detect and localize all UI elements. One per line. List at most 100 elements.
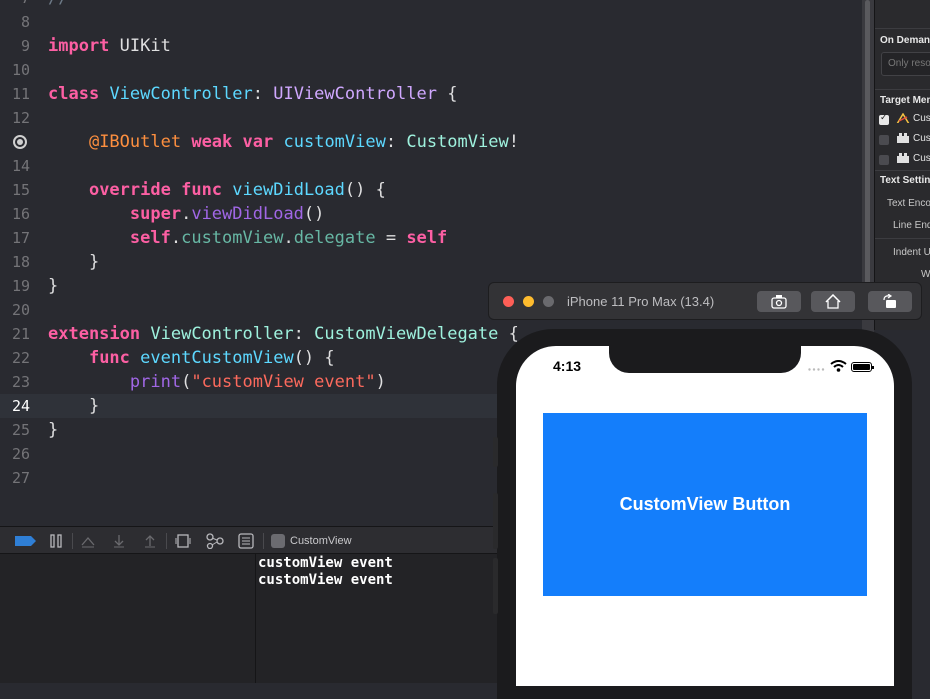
pause-icon[interactable]: [49, 534, 63, 548]
toolbar-separator: [72, 533, 73, 549]
line-number[interactable]: 27: [0, 466, 30, 490]
toolbar-separator: [263, 533, 264, 549]
text-settings-header: Text Settings: [880, 175, 930, 186]
line-number[interactable]: 15: [0, 178, 30, 202]
target-membership-header: Target Membership: [880, 95, 930, 106]
environment-overrides-icon[interactable]: [238, 533, 254, 549]
line-number[interactable]: 26: [0, 442, 30, 466]
line-number[interactable]: 11: [0, 82, 30, 106]
target-checkbox-tests[interactable]: [879, 135, 889, 145]
target-checkbox-app[interactable]: [879, 112, 889, 125]
app-target-icon: [896, 113, 910, 123]
minimize-window-button[interactable]: [523, 296, 534, 307]
rotate-icon: [883, 294, 896, 308]
code-line[interactable]: 14: [0, 154, 862, 178]
resource-tags-placeholder: Only resources are taggable: [888, 58, 930, 69]
screenshot-button[interactable]: [757, 291, 801, 312]
indent-using-label: Indent Using: [893, 247, 930, 258]
zoom-window-button[interactable]: [543, 296, 554, 307]
code-line[interactable]: 17 self.customView.delegate = self: [0, 226, 862, 250]
console-line: customView event: [258, 555, 393, 571]
mute-switch: [493, 437, 498, 467]
volume-up-button: [493, 493, 498, 549]
battery-icon: [851, 362, 874, 372]
code-text: @IBOutlet weak var customView: CustomVie…: [88, 132, 519, 152]
code-text: }: [48, 396, 100, 416]
line-number[interactable]: 14: [0, 154, 30, 178]
code-line[interactable]: 9 import UIKit: [0, 34, 862, 58]
line-number[interactable]: 25: [0, 418, 30, 442]
line-number[interactable]: 7: [0, 0, 30, 10]
target-label-uitests: CustomViewDelegateUITests: [913, 153, 930, 164]
line-number[interactable]: 12: [0, 106, 30, 130]
code-line[interactable]: 10: [0, 58, 862, 82]
code-text: }: [48, 252, 100, 272]
debug-target-label[interactable]: CustomView: [290, 535, 352, 547]
target-label-tests: CustomViewDelegateTests: [913, 133, 930, 144]
signal-icon: [808, 368, 825, 371]
target-label-app: CustomViewDelegate: [913, 113, 930, 124]
inspector-divider: [875, 170, 930, 171]
simulator-title: iPhone 11 Pro Max (13.4): [567, 294, 715, 309]
line-number[interactable]: 19: [0, 274, 30, 298]
code-text: }: [48, 420, 59, 440]
on-demand-header: On Demand Resource Tags: [880, 35, 930, 46]
line-number[interactable]: 9: [0, 34, 30, 58]
app-target-icon: [271, 534, 285, 548]
code-line[interactable]: 12: [0, 106, 862, 130]
toolbar-separator: [166, 533, 167, 549]
variables-view[interactable]: [0, 554, 256, 683]
simulator-titlebar[interactable]: iPhone 11 Pro Max (13.4): [488, 282, 922, 320]
code-line[interactable]: 11 class ViewController: UIViewController…: [0, 82, 862, 106]
resource-tags-field[interactable]: Only resources are taggable: [881, 52, 930, 76]
code-text: }: [48, 276, 59, 296]
code-line[interactable]: 15 override func viewDidLoad() {: [0, 178, 862, 202]
code-text: print("customView event"): [129, 372, 386, 392]
line-number[interactable]: 18: [0, 250, 30, 274]
widths-label: Widths: [921, 269, 930, 280]
code-text: super.viewDidLoad(): [129, 204, 325, 224]
test-target-icon: [897, 133, 909, 143]
code-line[interactable]: 16 super.viewDidLoad(): [0, 202, 862, 226]
line-number[interactable]: 24: [0, 394, 30, 418]
step-out-icon[interactable]: [143, 534, 157, 548]
line-number[interactable]: 10: [0, 58, 30, 82]
code-line[interactable]: 7 //: [0, 0, 862, 10]
code-line[interactable]: 18 }: [0, 250, 862, 274]
code-text: func eventCustomView() {: [88, 348, 335, 368]
inspector-divider: [875, 238, 930, 239]
memory-graph-icon[interactable]: [206, 533, 224, 549]
text-encoding-label: Text Encoding: [887, 198, 930, 209]
code-text: import UIKit: [48, 36, 171, 56]
console-output[interactable]: customView event customView event: [256, 554, 500, 683]
line-number[interactable]: 22: [0, 346, 30, 370]
breakpoint-icon[interactable]: [13, 135, 27, 149]
target-checkbox-uitests[interactable]: [879, 155, 889, 165]
code-text: //: [48, 0, 68, 10]
code-text: self.customView.delegate = self: [129, 228, 448, 248]
status-time: 4:13: [553, 358, 582, 374]
custom-view-button[interactable]: CustomView Button: [543, 413, 867, 596]
notch: [609, 346, 801, 373]
breakpoints-toggle-icon[interactable]: [15, 536, 36, 546]
close-window-button[interactable]: [503, 296, 514, 307]
line-number[interactable]: 8: [0, 10, 30, 34]
inspector-divider: [875, 89, 930, 90]
inspector-divider: [875, 28, 930, 29]
debug-bar: CustomView: [0, 526, 500, 554]
line-number[interactable]: 16: [0, 202, 30, 226]
step-over-icon[interactable]: [80, 534, 96, 548]
rotate-button[interactable]: [868, 291, 912, 312]
home-button[interactable]: [811, 291, 855, 312]
camera-icon: [771, 295, 787, 309]
line-number[interactable]: 23: [0, 370, 30, 394]
line-number[interactable]: 21: [0, 322, 30, 346]
code-line[interactable]: @IBOutlet weak var customView: CustomVie…: [0, 130, 862, 154]
device-screen[interactable]: 4:13 CustomView Button: [516, 346, 894, 686]
line-number[interactable]: 17: [0, 226, 30, 250]
editor-scrollbar-thumb[interactable]: [865, 0, 870, 290]
view-debugger-icon[interactable]: [175, 533, 191, 549]
code-line[interactable]: 8: [0, 10, 862, 34]
line-number[interactable]: 20: [0, 298, 30, 322]
step-into-icon[interactable]: [112, 534, 126, 548]
